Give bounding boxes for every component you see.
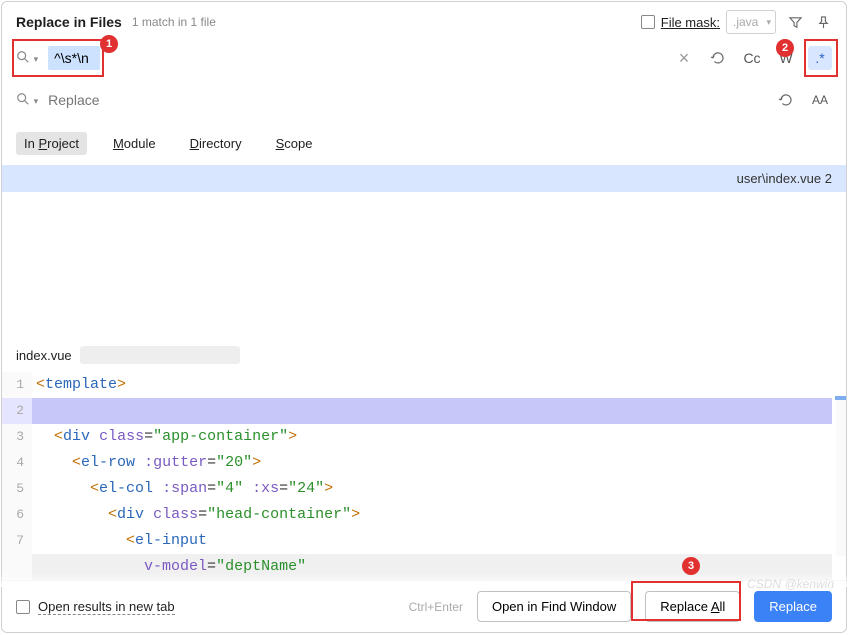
line-number: 3 bbox=[2, 424, 32, 450]
scrollbar[interactable] bbox=[836, 396, 846, 556]
regex-toggle[interactable]: .* bbox=[808, 46, 832, 70]
shortcut-hint: Ctrl+Enter bbox=[409, 600, 463, 614]
annotation-badge-1: 1 bbox=[100, 35, 118, 53]
search-icon: ▾ bbox=[16, 50, 38, 67]
open-tab-label: Open results in new tab bbox=[38, 599, 175, 615]
replace-row: ▾ AA bbox=[2, 80, 846, 126]
preview-filename-row: index.vue bbox=[2, 338, 846, 372]
match-case-toggle[interactable]: Cc bbox=[740, 46, 764, 70]
tab-scope[interactable]: Scope bbox=[268, 132, 321, 155]
search-input[interactable] bbox=[48, 46, 100, 70]
chevron-down-icon: ▾ bbox=[766, 17, 771, 28]
search-icon: ▾ bbox=[16, 92, 38, 109]
footer: Open results in new tab Ctrl+Enter Open … bbox=[2, 580, 846, 632]
replace-input[interactable] bbox=[48, 86, 764, 114]
open-in-new-tab[interactable]: Open results in new tab bbox=[16, 599, 175, 615]
annotation-badge-2: 2 bbox=[776, 39, 794, 57]
preview-path-blur bbox=[80, 346, 240, 364]
replace-button[interactable]: Replace bbox=[754, 591, 832, 622]
dialog-title: Replace in Files bbox=[16, 14, 122, 30]
pin-icon[interactable] bbox=[814, 13, 832, 31]
tab-module[interactable]: Module bbox=[105, 132, 164, 155]
line-number bbox=[2, 554, 32, 580]
history-icon[interactable] bbox=[706, 46, 730, 70]
filemask-checkbox[interactable] bbox=[641, 15, 655, 29]
filemask-value: .java bbox=[733, 15, 758, 29]
line-number: 5 bbox=[2, 476, 32, 502]
filemask-group: File mask: .java ▾ bbox=[641, 10, 776, 34]
open-in-find-window-button[interactable]: Open in Find Window bbox=[477, 591, 631, 622]
result-row[interactable]: user\index.vue 2 bbox=[2, 165, 846, 192]
replace-all-button[interactable]: Replace All bbox=[645, 591, 740, 622]
line-number: 7 bbox=[2, 528, 32, 554]
scroll-marker bbox=[835, 396, 846, 400]
result-path: user\index.vue 2 bbox=[737, 171, 832, 186]
preview-filename: index.vue bbox=[16, 348, 72, 363]
filter-icon[interactable] bbox=[786, 13, 804, 31]
scope-tabs: In Project Module Directory Scope bbox=[2, 126, 846, 165]
search-row: ▾ × Cc W .* bbox=[2, 42, 846, 80]
line-number: 4 bbox=[2, 450, 32, 476]
line-number: 1 bbox=[2, 372, 32, 398]
tab-in-project[interactable]: In Project bbox=[16, 132, 87, 155]
line-number: 6 bbox=[2, 502, 32, 528]
clear-icon[interactable]: × bbox=[672, 46, 696, 70]
watermark: CSDN @kenwin bbox=[747, 577, 834, 591]
line-number: 2 bbox=[2, 398, 32, 424]
history-icon[interactable] bbox=[774, 88, 798, 112]
annotation-badge-3: 3 bbox=[682, 557, 700, 575]
header: Replace in Files 1 match in 1 file File … bbox=[2, 2, 846, 42]
preserve-case-toggle[interactable]: AA bbox=[808, 88, 832, 112]
code-preview[interactable]: 1<template> 2 3 <div class="app-containe… bbox=[2, 372, 846, 580]
match-count: 1 match in 1 file bbox=[132, 15, 216, 29]
filemask-label: File mask: bbox=[661, 15, 720, 30]
filemask-input[interactable]: .java ▾ bbox=[726, 10, 776, 34]
tab-directory[interactable]: Directory bbox=[182, 132, 250, 155]
open-tab-checkbox[interactable] bbox=[16, 600, 30, 614]
